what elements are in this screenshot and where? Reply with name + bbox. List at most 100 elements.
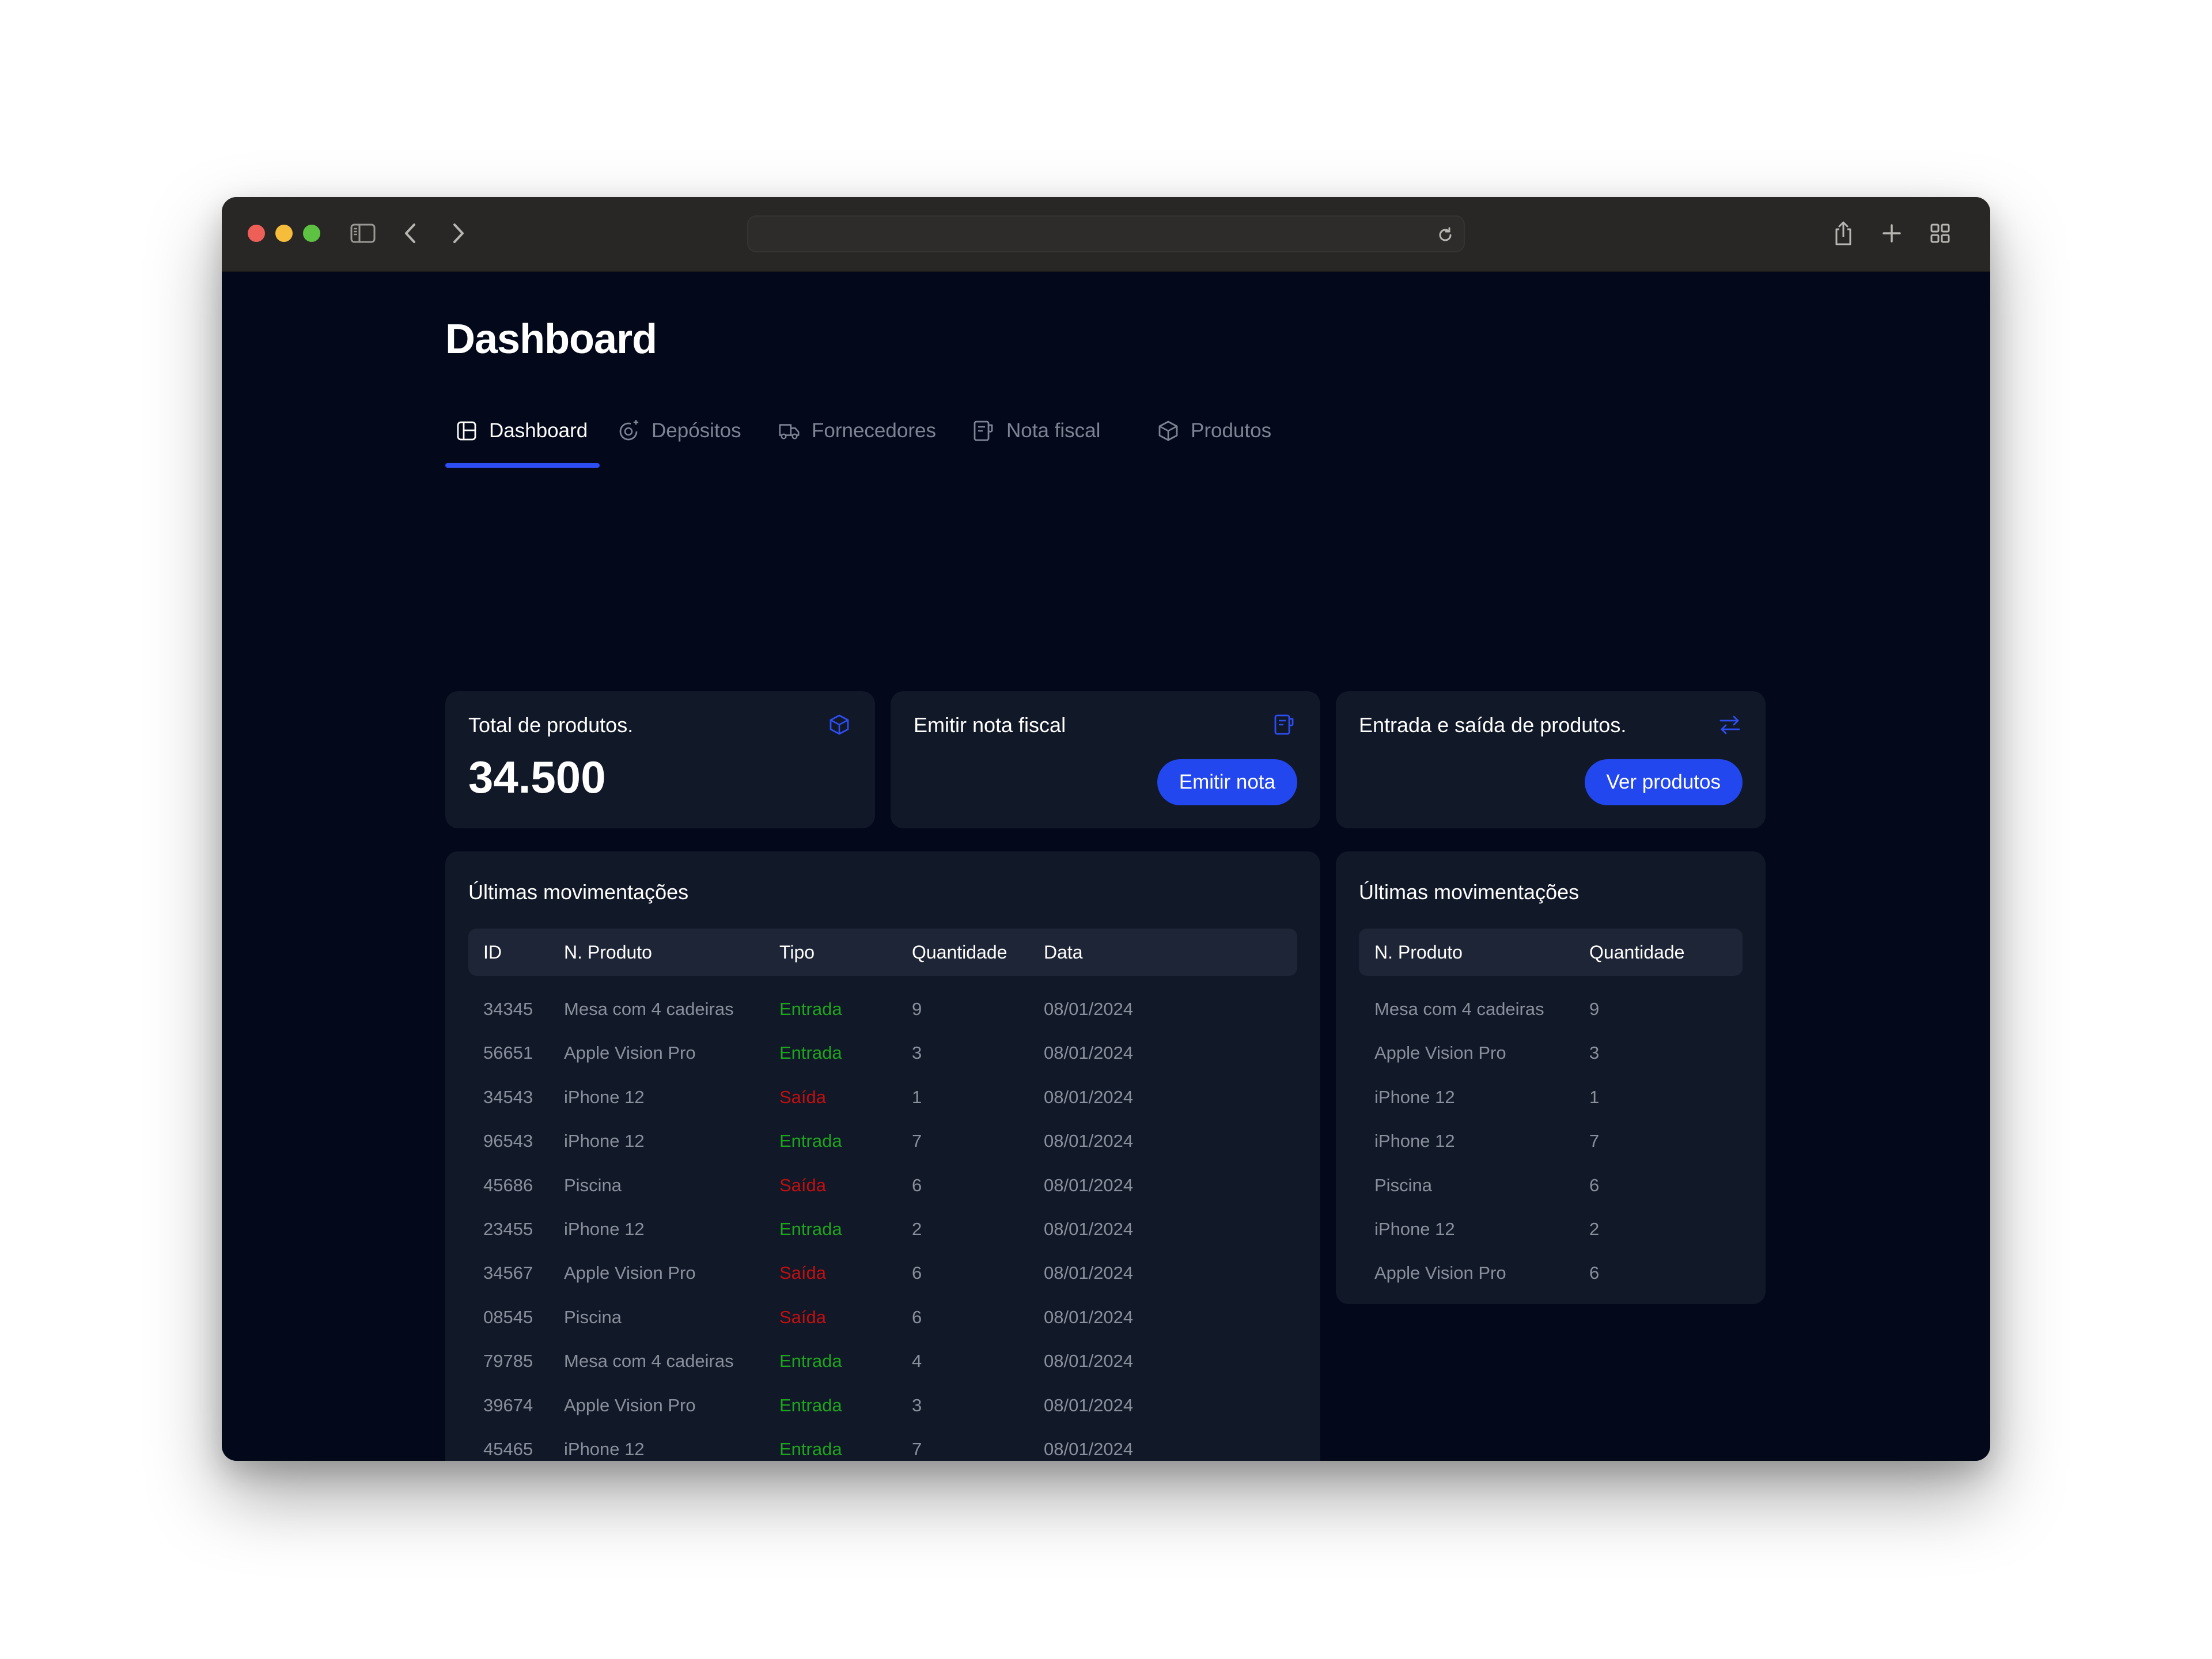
cell-qty: 4 [912,1351,922,1372]
cell-qty: 9 [912,999,922,1019]
total-products-value: 34.500 [468,752,606,802]
new-tab-icon[interactable] [1876,218,1907,249]
coin-icon [618,420,640,442]
cell-product: Mesa com 4 cadeiras [564,999,734,1019]
tab-produtos[interactable]: Produtos [1157,412,1271,449]
emitir-nota-button[interactable]: Emitir nota [1157,759,1297,805]
cell-product: Mesa com 4 cadeiras [564,1351,734,1372]
table-row[interactable]: 56651 Apple Vision Pro Entrada 3 08/01/2024 [468,1031,1297,1075]
cell-id: 34543 [483,1086,533,1107]
cell-product: Piscina [1374,1175,1432,1195]
address-bar[interactable] [747,215,1465,252]
layout-icon [456,420,478,442]
table-row[interactable]: 34543 iPhone 12 Saída 1 08/01/2024 [468,1075,1297,1119]
cell-product: Piscina [564,1306,622,1327]
table-row[interactable]: Piscina 6 [1359,1164,1743,1207]
table-row[interactable]: 79785 Mesa com 4 cadeiras Entrada 4 08/01/20… [468,1339,1297,1383]
cell-qty: 6 [1589,1263,1600,1283]
cell-date: 08/01/2024 [1044,1131,1134,1152]
close-window-button[interactable] [248,225,265,242]
column-header: Data [1044,942,1083,963]
cell-qty: 6 [912,1175,922,1195]
table-row[interactable]: Mesa com 4 cadeiras 9 [1359,987,1743,1031]
cell-date: 08/01/2024 [1044,1306,1134,1327]
table-row[interactable]: 34345 Mesa com 4 cadeiras Entrada 9 08/01/20… [468,987,1297,1031]
cell-date: 08/01/2024 [1044,1351,1134,1372]
table-header: ID N. Produto Tipo Quantidade Data [468,929,1297,976]
tab-label: Depósitos [652,419,741,442]
cell-type: Entrada [779,1131,842,1152]
table-row[interactable]: 34567 Apple Vision Pro Saída 6 08/01/2024 [468,1251,1297,1295]
table-row[interactable]: 45686 Piscina Saída 6 08/01/2024 [468,1164,1297,1207]
table-row[interactable]: iPhone 12 2 [1359,1207,1743,1251]
tab-label: Nota fiscal [1006,419,1101,442]
tab-fornecedores[interactable]: Fornecedores [778,412,936,449]
sidebar-toggle-icon[interactable] [347,218,378,249]
column-header: Tipo [779,942,815,963]
forward-arrow-icon[interactable] [443,218,474,249]
cell-qty: 6 [912,1306,922,1327]
cell-date: 08/01/2024 [1044,1086,1134,1107]
tab-depositos[interactable]: Depósitos [618,412,741,449]
receipt-icon [1272,712,1297,737]
tab-dashboard[interactable]: Dashboard [456,412,588,449]
active-tab-indicator [445,463,600,468]
reload-icon[interactable] [1435,225,1456,245]
table-row[interactable]: 45465 iPhone 12 Entrada 7 08/01/2024 [468,1427,1297,1461]
cell-product: Apple Vision Pro [1374,1043,1506,1063]
cell-id: 45465 [483,1439,533,1459]
cell-type: Entrada [779,1043,842,1063]
page-content: Dashboard Dashboard Depósitos Fornecedor… [222,272,1990,1461]
cell-id: 39674 [483,1395,533,1415]
column-header: Quantidade [1589,942,1685,963]
cell-product: Apple Vision Pro [1374,1263,1506,1283]
cell-id: 34567 [483,1263,533,1283]
column-header: N. Produto [564,942,652,963]
table-row[interactable]: 23455 iPhone 12 Entrada 2 08/01/2024 [468,1207,1297,1251]
share-icon[interactable] [1828,218,1859,249]
cell-date: 08/01/2024 [1044,1219,1134,1239]
tab-label: Dashboard [489,419,588,442]
cell-product: iPhone 12 [564,1131,645,1152]
cell-product: Mesa com 4 cadeiras [1374,999,1544,1019]
ver-produtos-button[interactable]: Ver produtos [1584,759,1743,805]
section-title: Últimas movimentações [468,880,689,904]
back-arrow-icon[interactable] [395,218,426,249]
cell-product: Apple Vision Pro [564,1263,696,1283]
minimize-window-button[interactable] [275,225,293,242]
table-row[interactable]: Apple Vision Pro 3 [1359,1031,1743,1075]
cell-type: Saída [779,1306,827,1327]
card-title: Entrada e saída de produtos. [1359,713,1627,737]
card-title: Total de produtos. [468,713,634,737]
receipt-icon [973,420,995,442]
table-row[interactable]: iPhone 12 1 [1359,1075,1743,1119]
column-header: Quantidade [912,942,1007,963]
table-row[interactable]: 08545 Piscina Saída 6 08/01/2024 [468,1296,1297,1339]
cell-qty: 3 [1589,1043,1600,1063]
invoice-card: Emitir nota fiscal Emitir nota [891,691,1320,828]
zoom-window-button[interactable] [303,225,320,242]
cell-product: Apple Vision Pro [564,1043,696,1063]
table-row[interactable]: 96543 iPhone 12 Entrada 7 08/01/2024 [468,1119,1297,1163]
cell-qty: 1 [1589,1086,1600,1107]
cell-id: 96543 [483,1131,533,1152]
table-header: N. Produto Quantidade [1359,929,1743,976]
cell-type: Saída [779,1086,827,1107]
cell-qty: 9 [1589,999,1600,1019]
cell-type: Entrada [779,999,842,1019]
cell-date: 08/01/2024 [1044,1395,1134,1415]
tab-overview-icon[interactable] [1925,218,1956,249]
cell-qty: 2 [912,1219,922,1239]
cell-type: Entrada [779,1439,842,1459]
cell-date: 08/01/2024 [1044,1439,1134,1459]
cell-id: 23455 [483,1219,533,1239]
table-row[interactable]: 39674 Apple Vision Pro Entrada 3 08/01/2024 [468,1384,1297,1427]
column-header: ID [483,942,502,963]
table-row[interactable]: Apple Vision Pro 6 [1359,1251,1743,1295]
summary-table-card: Últimas movimentações N. Produto Quantid… [1336,851,1766,1304]
cell-qty: 7 [1589,1131,1600,1152]
card-title: Emitir nota fiscal [914,713,1066,737]
cell-date: 08/01/2024 [1044,1175,1134,1195]
tab-nota-fiscal[interactable]: Nota fiscal [973,412,1100,449]
table-row[interactable]: iPhone 12 7 [1359,1119,1743,1163]
